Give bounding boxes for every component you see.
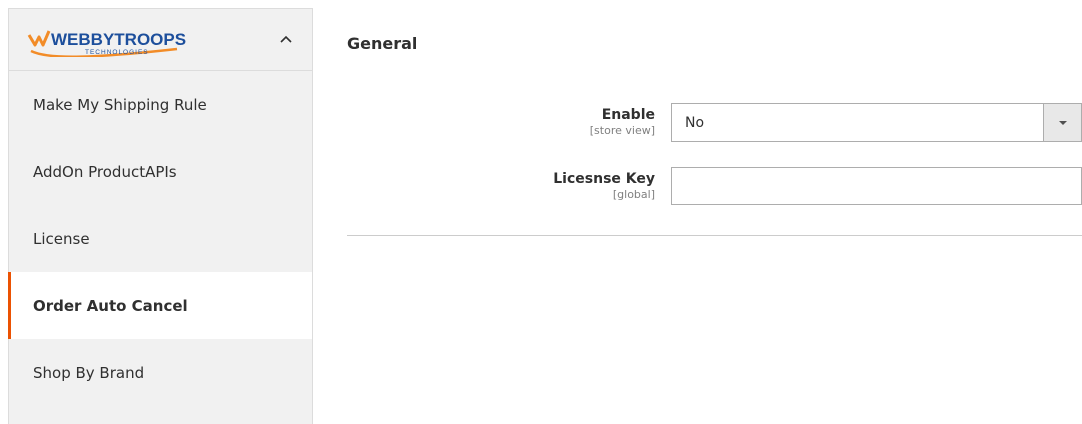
sidebar-item-license[interactable]: License bbox=[9, 205, 312, 272]
license-key-field-label: Licesnse Key [global] bbox=[553, 170, 655, 202]
sidebar-item-shop-by-brand[interactable]: Shop By Brand bbox=[9, 339, 312, 406]
chevron-up-icon[interactable] bbox=[278, 31, 294, 47]
logo-brand-text: WEBBYTROOPS bbox=[51, 30, 186, 49]
license-key-input[interactable] bbox=[671, 167, 1082, 205]
enable-scope: [store view] bbox=[589, 124, 655, 137]
sidebar-item-label: AddOn ProductAPIs bbox=[33, 162, 177, 181]
logo-sub-text: TECHNOLOGIES bbox=[85, 49, 149, 56]
sidebar-item-order-auto-cancel[interactable]: Order Auto Cancel bbox=[8, 272, 312, 339]
sidebar-item-label: License bbox=[33, 229, 90, 248]
select-arrow-button[interactable] bbox=[1043, 104, 1081, 141]
webbytroops-logo: WEBBYTROOPS TECHNOLOGIES bbox=[27, 30, 186, 57]
sidebar-nav: Make My Shipping Rule AddOn ProductAPIs … bbox=[8, 71, 312, 406]
license-key-label: Licesnse Key bbox=[553, 171, 655, 187]
caret-down-icon bbox=[1058, 120, 1067, 125]
sidebar-header[interactable]: WEBBYTROOPS TECHNOLOGIES bbox=[9, 9, 312, 71]
sidebar-item-make-my-shipping-rule[interactable]: Make My Shipping Rule bbox=[9, 71, 312, 138]
sidebar-item-addon-productapis[interactable]: AddOn ProductAPIs bbox=[9, 138, 312, 205]
enable-select[interactable]: No bbox=[671, 103, 1082, 142]
license-key-scope: [global] bbox=[612, 188, 655, 201]
sidebar-item-label: Order Auto Cancel bbox=[33, 296, 188, 315]
enable-label: Enable bbox=[601, 107, 655, 123]
sidebar-item-label: Make My Shipping Rule bbox=[33, 95, 207, 114]
section-divider bbox=[347, 235, 1082, 236]
sidebar: WEBBYTROOPS TECHNOLOGIES Make My Shippin… bbox=[8, 8, 313, 424]
enable-select-value: No bbox=[685, 114, 705, 131]
section-title-general[interactable]: General bbox=[347, 34, 417, 53]
enable-field-label: Enable [store view] bbox=[590, 106, 655, 138]
sidebar-item-label: Shop By Brand bbox=[33, 363, 145, 382]
